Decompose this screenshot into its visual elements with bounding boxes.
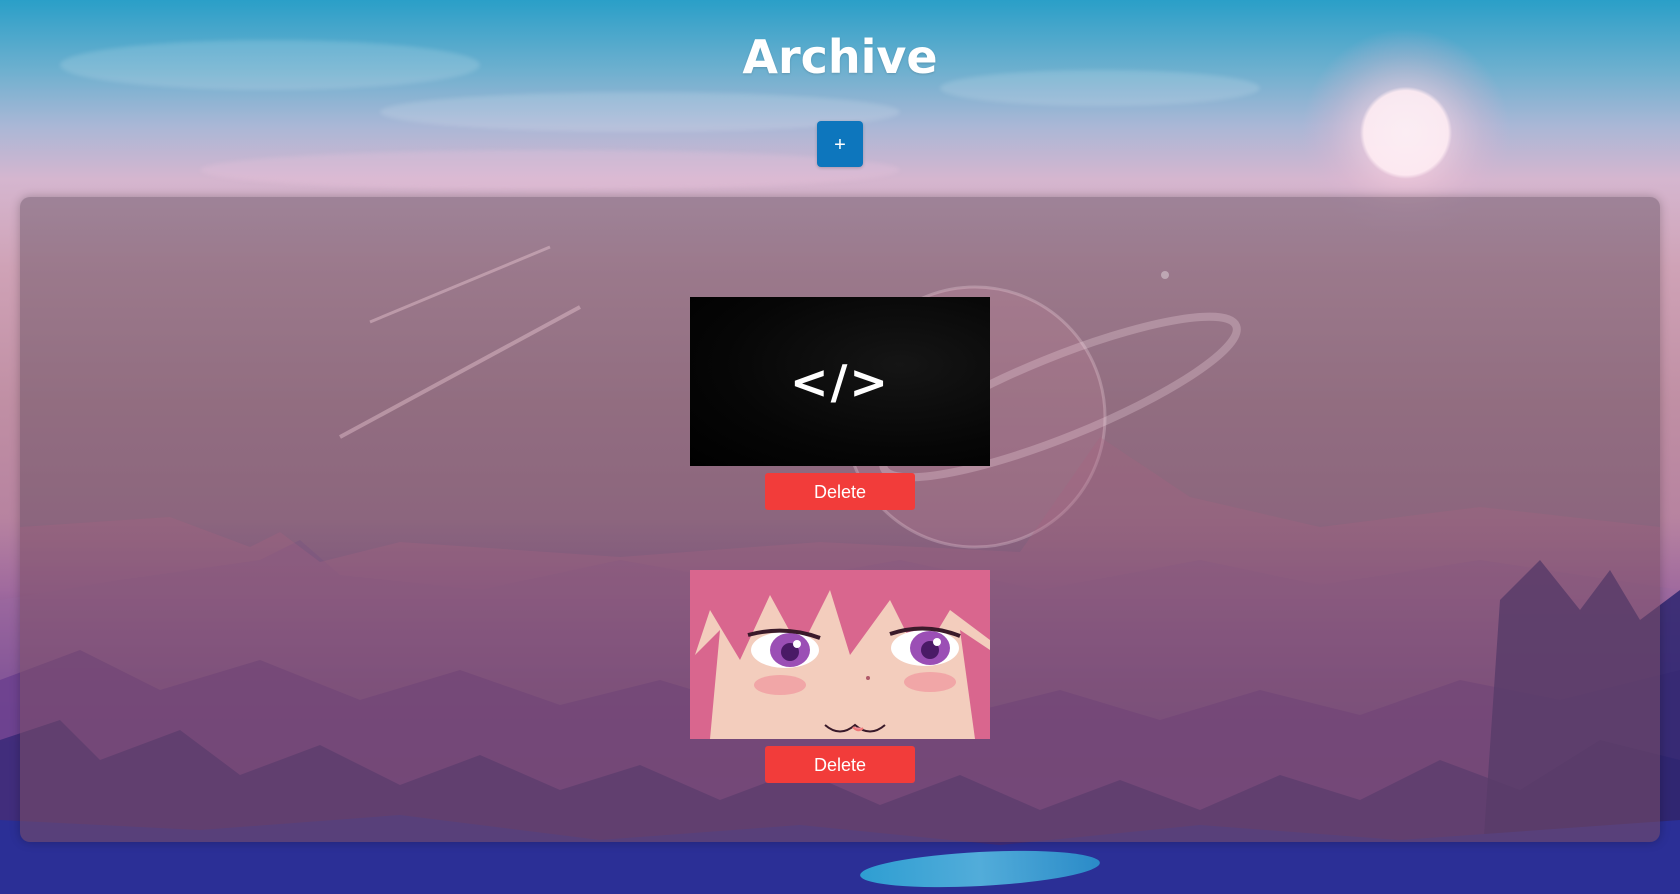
archive-item: Delete [690, 570, 990, 783]
archive-item: </> Delete [690, 297, 990, 510]
delete-button[interactable]: Delete [765, 746, 915, 783]
item-thumbnail[interactable]: </> [690, 297, 990, 466]
add-item-button[interactable]: + [817, 121, 863, 167]
code-icon: </> [790, 354, 890, 409]
delete-button[interactable]: Delete [765, 473, 915, 510]
archive-page: Archive + </> Delete Delete [0, 0, 1680, 894]
archive-panel: </> Delete Delete [20, 197, 1660, 842]
page-title: Archive [742, 30, 938, 84]
item-thumbnail[interactable] [690, 570, 990, 739]
anime-portrait-image [690, 570, 990, 739]
